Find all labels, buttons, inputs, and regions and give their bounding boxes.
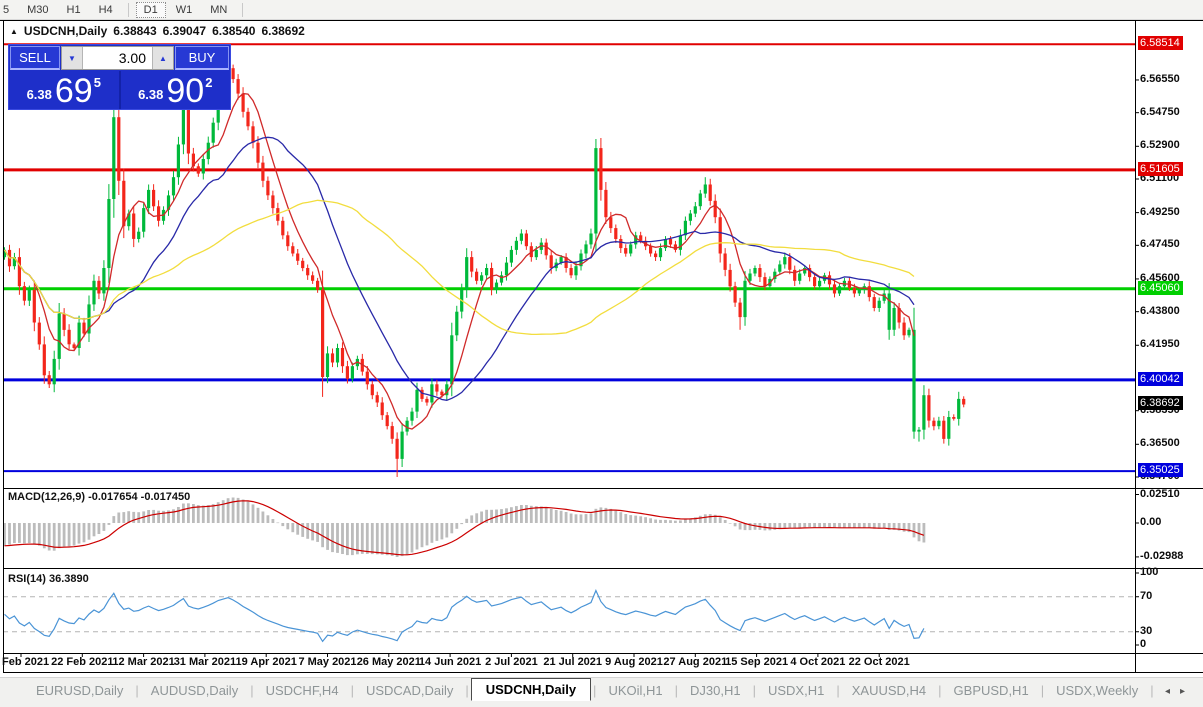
- price-level-badge: 6.45060: [1138, 280, 1183, 295]
- buy-price[interactable]: 6.38 90 2: [121, 71, 231, 109]
- rsi-tick-label: 100: [1140, 566, 1159, 578]
- tab-usdx-weekly[interactable]: USDX,Weekly: [1046, 680, 1148, 701]
- tab-ukoil-h1[interactable]: UKOil,H1: [598, 680, 672, 701]
- chart-tabs: EURUSD,Daily | AUDUSD,Daily | USDCHF,H4 | USDC…: [0, 678, 1156, 702]
- sell-price-prefix: 6.38: [26, 87, 52, 102]
- tab-usdx-h1[interactable]: USDX,H1: [758, 680, 834, 701]
- tab-separator: |: [593, 682, 597, 698]
- volume-increase-icon[interactable]: ▲: [152, 47, 173, 69]
- buy-button[interactable]: BUY: [175, 46, 229, 70]
- price-tick-label: 6.52900: [1140, 139, 1180, 152]
- tab-separator: |: [1040, 682, 1045, 698]
- tab-separator: |: [674, 682, 679, 698]
- tab-gbpusd-h1[interactable]: GBPUSD,H1: [944, 680, 1039, 701]
- macd-label: MACD(12,26,9) -0.017654 -0.017450: [8, 491, 191, 503]
- sell-button[interactable]: SELL: [10, 46, 60, 70]
- sell-price-main: 69: [54, 72, 93, 110]
- price-tick-label: 6.56550: [1140, 72, 1180, 85]
- tab-separator: |: [836, 682, 840, 698]
- tab-separator: |: [752, 682, 756, 698]
- tab-separator: |: [1150, 682, 1154, 698]
- sell-price-pip: 5: [93, 75, 101, 90]
- macd-signal-line: [4, 500, 925, 556]
- bar-high: 6.39047: [162, 24, 207, 38]
- volume-spinner: ▼ 3.00 ▲: [61, 46, 174, 70]
- buy-price-main: 90: [166, 72, 205, 110]
- bar-open: 6.38843: [113, 24, 157, 38]
- price-level-badge: 6.40042: [1138, 371, 1183, 386]
- tab-scroll-right-icon[interactable]: ▸: [1180, 686, 1195, 697]
- rsi-tick-label: 70: [1140, 589, 1153, 602]
- price-tick-label: 6.47450: [1140, 238, 1180, 251]
- price-level-badge: 6.35025: [1138, 463, 1183, 478]
- sell-price[interactable]: 6.38 69 5: [9, 71, 121, 109]
- ma-line: [3, 199, 915, 336]
- tab-separator: |: [465, 682, 469, 698]
- rsi-label: RSI(14) 36.3890: [8, 573, 89, 585]
- tab-separator: |: [250, 682, 254, 698]
- tab-xauusd-h4[interactable]: XAUUSD,H4: [842, 680, 936, 701]
- macd-tick-label: 0.02510: [1140, 487, 1180, 500]
- tab-usdcad-daily[interactable]: USDCAD,Daily: [356, 680, 463, 701]
- tab-usdcnh-daily[interactable]: USDCNH,Daily: [470, 678, 592, 701]
- tab-eurusd-daily[interactable]: EURUSD,Daily: [26, 680, 133, 701]
- tab-audusd-daily[interactable]: AUDUSD,Daily: [141, 680, 248, 701]
- macd-tick-label: 0.00: [1140, 516, 1162, 528]
- candles-group: [2, 56, 966, 477]
- volume-input[interactable]: 3.00: [83, 47, 152, 69]
- symbol-title: USDCNH,Daily: [23, 24, 108, 38]
- trading-platform-window: { "toolbar": { "timeframes": ["5", "M30"…: [0, 0, 1203, 707]
- price-tick-label: 6.54750: [1140, 105, 1180, 118]
- rsi-tick-label: 0: [1140, 638, 1147, 650]
- price-axis[interactable]: 6.56550 6.54750 6.52900 6.51100 6.49250 6.474…: [1136, 0, 1203, 672]
- macd-histogram: [3, 497, 926, 557]
- buy-price-pip: 2: [205, 75, 213, 90]
- price-tick-label: 6.41950: [1140, 338, 1180, 351]
- rsi-tick-label: 30: [1140, 624, 1153, 637]
- price-tick-label: 6.36500: [1140, 437, 1180, 450]
- tab-usdchf-h4[interactable]: USDCHF,H4: [256, 680, 349, 701]
- tab-scroll-left-icon[interactable]: ◂: [1165, 686, 1180, 697]
- volume-decrease-icon[interactable]: ▼: [62, 47, 83, 69]
- buy-price-prefix: 6.38: [138, 87, 164, 102]
- tab-separator: |: [938, 682, 942, 698]
- current-price-badge: 6.38692: [1138, 396, 1183, 411]
- one-click-trade-widget: SELL ▼ 3.00 ▲ BUY 6.38 69 5 6.38 90 2: [8, 44, 231, 110]
- collapse-arrow-icon[interactable]: ▲: [10, 27, 18, 36]
- price-tick-label: 6.49250: [1140, 205, 1180, 218]
- price-level-badge: 6.51605: [1138, 161, 1183, 176]
- price-level-badge: 6.58514: [1138, 36, 1183, 51]
- ma-line: [3, 136, 915, 401]
- tab-separator: |: [350, 682, 354, 698]
- tab-dj30-h1[interactable]: DJ30,H1: [680, 680, 751, 701]
- chart-title: ▲ USDCNH,Daily 6.38843 6.39047 6.38540 6…: [10, 24, 305, 38]
- bar-close: 6.38692: [261, 24, 305, 38]
- rsi-line: [4, 588, 925, 643]
- date-axis[interactable]: 3 Feb 202122 Feb 202112 Mar 202131 Mar 2…: [0, 656, 1135, 672]
- bar-low: 6.38540: [212, 24, 256, 38]
- price-tick-label: 6.43800: [1140, 304, 1180, 317]
- chart-tab-bar: EURUSD,Daily | AUDUSD,Daily | USDCHF,H4 | USDC…: [0, 677, 1203, 707]
- tab-scroll-arrows[interactable]: ◂▸: [1165, 686, 1195, 697]
- date-label: 22 Oct 2021: [848, 656, 910, 668]
- tab-separator: |: [135, 682, 139, 698]
- macd-tick-label: -0.02988: [1140, 549, 1184, 562]
